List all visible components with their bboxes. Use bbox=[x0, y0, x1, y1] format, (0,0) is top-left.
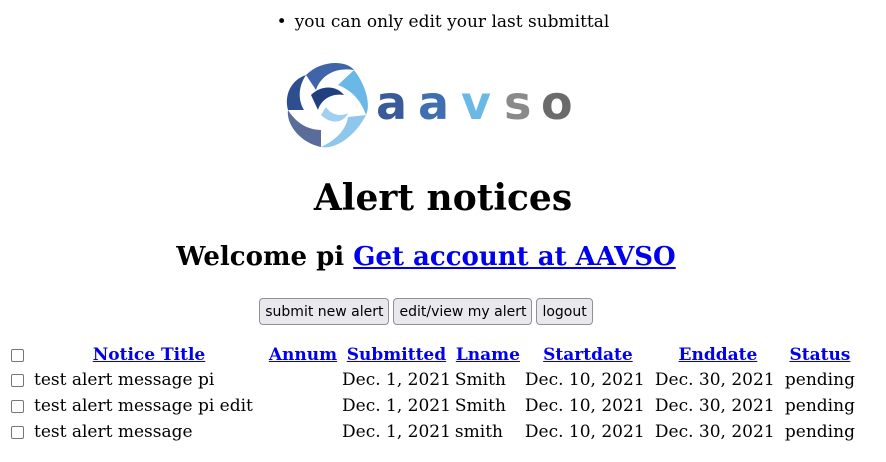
cell-title: test alert message pi bbox=[34, 370, 215, 390]
logout-button[interactable]: logout bbox=[536, 298, 593, 325]
cell-lname: Smith bbox=[454, 370, 506, 390]
get-account-link[interactable]: Get account at AAVSO bbox=[353, 242, 676, 272]
cell-submitted: Dec. 1, 2021 bbox=[342, 396, 451, 416]
logo-letter-a2: a bbox=[418, 76, 449, 130]
col-enddate[interactable]: Enddate bbox=[653, 343, 783, 367]
submit-new-alert-button[interactable]: submit new alert bbox=[259, 298, 390, 325]
logo-letter-s: s bbox=[504, 76, 531, 130]
col-annum[interactable]: Annum bbox=[266, 343, 340, 367]
logo-letter-v: v bbox=[461, 76, 491, 130]
edit-view-alert-button[interactable]: edit/view my alert bbox=[393, 298, 533, 325]
welcome-line: Welcome pi Get account at AAVSO bbox=[0, 242, 852, 272]
table-row: test alert message pi Dec. 1, 2021 Smith… bbox=[6, 367, 857, 393]
action-buttons: submit new alert edit/view my alert logo… bbox=[0, 298, 852, 325]
cell-submitted: Dec. 1, 2021 bbox=[342, 370, 451, 390]
cell-status: pending bbox=[784, 396, 855, 416]
table-header-row: Notice Title Annum Submitted Lname Start… bbox=[6, 343, 857, 367]
cell-lname: Smith bbox=[454, 396, 506, 416]
cell-annum bbox=[266, 393, 340, 419]
table-row: test alert message pi edit Dec. 1, 2021 … bbox=[6, 393, 857, 419]
select-all-checkbox[interactable] bbox=[11, 349, 24, 362]
row-checkbox[interactable] bbox=[11, 426, 24, 439]
cell-startdate: Dec. 10, 2021 bbox=[524, 396, 645, 416]
logo-letter-o: o bbox=[541, 76, 573, 130]
aavso-swirl-icon bbox=[286, 63, 368, 148]
cell-annum bbox=[266, 419, 340, 445]
cell-annum bbox=[266, 367, 340, 393]
logo-letter-a1: a bbox=[376, 76, 407, 130]
cell-title: test alert message pi edit bbox=[34, 396, 253, 416]
cell-startdate: Dec. 10, 2021 bbox=[524, 422, 645, 442]
aavso-logo: a a v s o bbox=[276, 55, 582, 153]
welcome-text: Welcome pi bbox=[176, 242, 345, 272]
col-submitted[interactable]: Submitted bbox=[340, 343, 453, 367]
cell-enddate: Dec. 30, 2021 bbox=[654, 422, 775, 442]
cell-status: pending bbox=[784, 370, 855, 390]
col-status[interactable]: Status bbox=[783, 343, 857, 367]
alerts-table: Notice Title Annum Submitted Lname Start… bbox=[6, 343, 857, 445]
edit-notice: • you can only edit your last submittal bbox=[0, 12, 886, 32]
edit-notice-text: you can only edit your last submittal bbox=[294, 12, 610, 32]
cell-title: test alert message bbox=[34, 422, 193, 442]
cell-status: pending bbox=[784, 422, 855, 442]
col-lname[interactable]: Lname bbox=[453, 343, 523, 367]
cell-enddate: Dec. 30, 2021 bbox=[654, 370, 775, 390]
cell-submitted: Dec. 1, 2021 bbox=[342, 422, 451, 442]
bullet: • bbox=[276, 12, 287, 32]
col-notice-title[interactable]: Notice Title bbox=[32, 343, 266, 367]
page-title: Alert notices bbox=[313, 177, 573, 219]
row-checkbox[interactable] bbox=[11, 374, 24, 387]
table-row: test alert message Dec. 1, 2021 smith De… bbox=[6, 419, 857, 445]
cell-startdate: Dec. 10, 2021 bbox=[524, 370, 645, 390]
cell-enddate: Dec. 30, 2021 bbox=[654, 396, 775, 416]
cell-lname: smith bbox=[454, 422, 503, 442]
row-checkbox[interactable] bbox=[11, 400, 24, 413]
col-startdate[interactable]: Startdate bbox=[523, 343, 653, 367]
